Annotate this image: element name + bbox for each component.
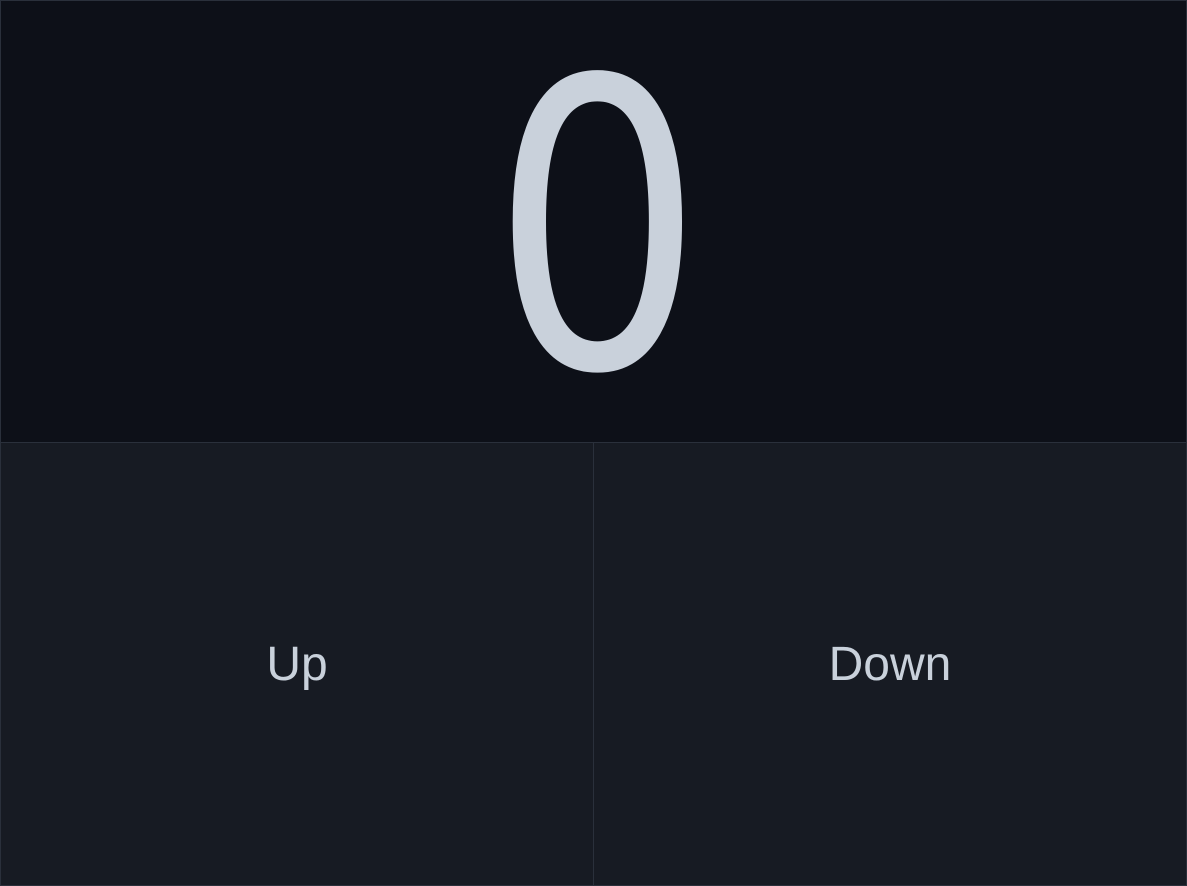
counter-controls: Up Down <box>1 443 1186 885</box>
down-button[interactable]: Down <box>594 443 1186 885</box>
counter-app: 0 Up Down <box>0 0 1187 886</box>
up-button-label: Up <box>266 638 328 691</box>
up-button[interactable]: Up <box>1 443 594 885</box>
counter-value: 0 <box>490 1 705 443</box>
counter-display: 0 <box>1 1 1186 443</box>
down-button-label: Down <box>828 638 952 691</box>
